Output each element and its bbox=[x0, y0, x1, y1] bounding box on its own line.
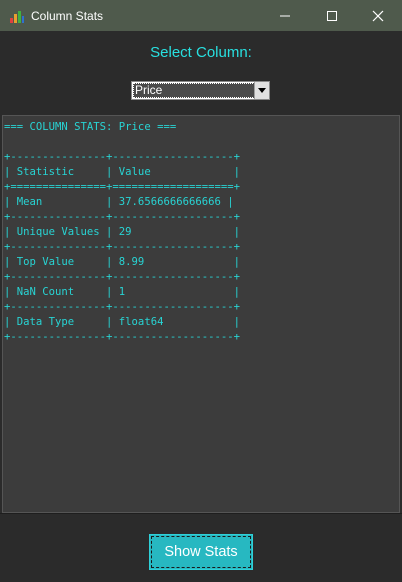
dropdown-selected-value[interactable]: Price bbox=[133, 83, 255, 98]
minimize-icon bbox=[280, 15, 290, 16]
app-icon bbox=[9, 8, 25, 24]
show-stats-button[interactable]: Show Stats bbox=[149, 534, 253, 570]
close-icon bbox=[372, 10, 384, 21]
minimize-button[interactable] bbox=[262, 0, 308, 31]
maximize-icon bbox=[327, 10, 337, 21]
stats-output-panel[interactable]: === COLUMN STATS: Price === +-----------… bbox=[2, 115, 400, 513]
divider bbox=[0, 513, 402, 514]
window-title: Column Stats bbox=[31, 8, 104, 23]
close-button[interactable] bbox=[355, 0, 401, 31]
stats-output-text: === COLUMN STATS: Price === +-----------… bbox=[4, 121, 240, 343]
select-column-label: Select Column: bbox=[150, 44, 252, 61]
dropdown-arrow-button[interactable] bbox=[254, 82, 269, 99]
title-bar: Column Stats bbox=[0, 0, 402, 31]
chevron-down-icon bbox=[258, 88, 266, 93]
maximize-button[interactable] bbox=[309, 0, 355, 31]
column-dropdown[interactable]: Price bbox=[131, 81, 270, 100]
